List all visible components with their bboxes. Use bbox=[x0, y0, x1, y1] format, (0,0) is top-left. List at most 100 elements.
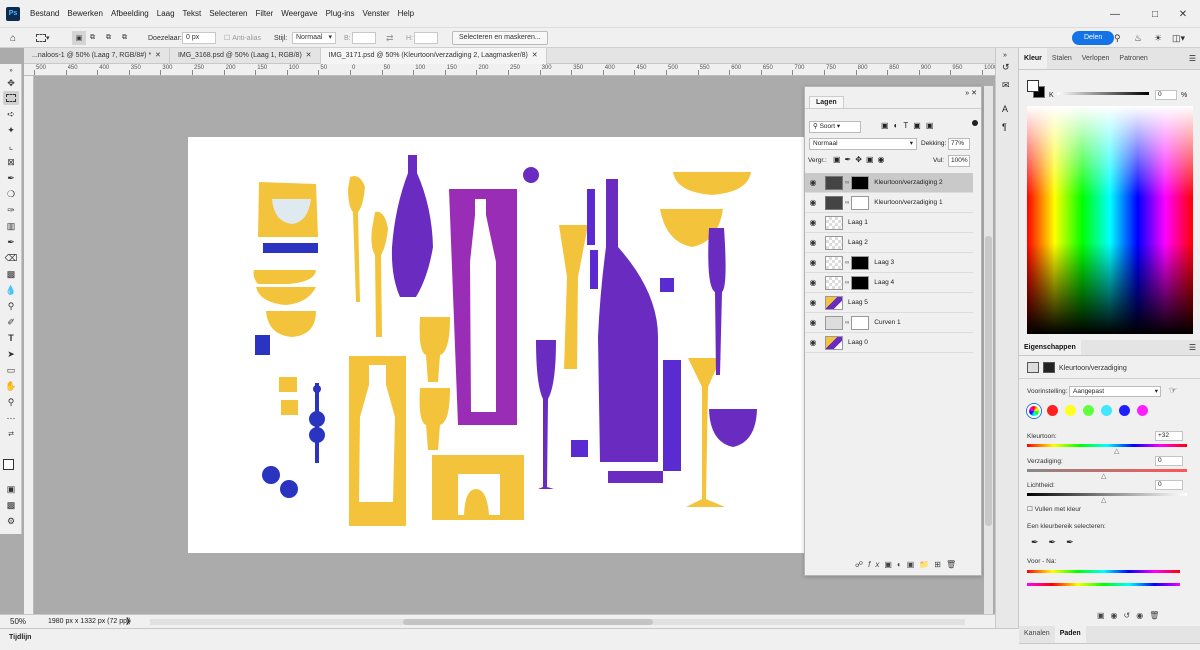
history-icon[interactable]: ↺ bbox=[1002, 62, 1010, 73]
dodge-tool-icon[interactable]: ⚲ bbox=[3, 299, 19, 313]
tab-document-3[interactable]: IMG_3171.psd @ 50% (Kleurtoon/verzadigin… bbox=[320, 48, 547, 64]
mask-link-icon[interactable]: ∞ bbox=[845, 200, 849, 206]
zoom-tool-icon[interactable]: ⚲ bbox=[3, 395, 19, 409]
edit-toolbar-icon[interactable]: ⚙ bbox=[3, 514, 19, 528]
opacity-input[interactable]: 77% bbox=[948, 138, 970, 150]
tab-document-1[interactable]: ...naloos-1 @ 50% (Laag 7, RGB/8#) * ✕ bbox=[24, 48, 170, 64]
visibility-eye-icon[interactable]: ◉ bbox=[805, 198, 821, 207]
layer-row[interactable]: ◉ ∞ Kleurtoon/verzadiging 1 bbox=[805, 193, 973, 213]
paragraph-icon[interactable]: ¶ bbox=[1002, 122, 1007, 132]
layers-tab[interactable]: Lagen bbox=[809, 96, 844, 108]
master-range-swatch[interactable] bbox=[1027, 404, 1041, 418]
collapse-icon[interactable]: » bbox=[1003, 52, 1007, 59]
color-panel-menu-icon[interactable]: ☰ bbox=[1189, 48, 1196, 69]
mask-link-icon[interactable]: ∞ bbox=[845, 260, 849, 266]
visibility-eye-icon[interactable]: ◉ bbox=[805, 258, 821, 267]
k-input[interactable]: 0 bbox=[1155, 90, 1177, 100]
layer-row[interactable]: ◉ Laag 5 bbox=[805, 293, 973, 313]
workspace-icon[interactable]: ◫▾ bbox=[1172, 31, 1185, 45]
layer-row[interactable]: ◉ Laag 1 bbox=[805, 213, 973, 233]
menu-plugins[interactable]: Plug-ins bbox=[322, 9, 359, 18]
type-tool-icon[interactable]: T bbox=[3, 331, 19, 345]
hue-preset-swatch[interactable] bbox=[1101, 405, 1112, 416]
move-tool-icon[interactable]: ✥ bbox=[3, 76, 19, 90]
menu-selecteren[interactable]: Selecteren bbox=[205, 9, 251, 18]
blur-tool-icon[interactable]: 💧 bbox=[3, 283, 19, 297]
visibility-eye-icon[interactable]: ◉ bbox=[805, 278, 821, 287]
layers-panel-close-icon[interactable]: » ✕ bbox=[965, 89, 977, 97]
layer-actions[interactable]: ☍fx▣◐▣📁⊞🗑 bbox=[855, 560, 961, 569]
shape-tool-icon[interactable]: ▭ bbox=[3, 363, 19, 377]
layer-row[interactable]: ◉ ∞ Laag 4 bbox=[805, 273, 973, 293]
colorize-checkbox[interactable]: ☐ Vullen met kleur bbox=[1027, 505, 1081, 513]
hue-preset-swatch[interactable] bbox=[1083, 405, 1094, 416]
lasso-tool-icon[interactable]: ➪ bbox=[3, 107, 19, 121]
healing-tool-icon[interactable]: ❍ bbox=[3, 187, 19, 201]
feather-input[interactable]: 0 px bbox=[182, 32, 216, 44]
comments-icon[interactable]: ✉ bbox=[1002, 80, 1010, 91]
filter-toggle-icon[interactable] bbox=[972, 120, 978, 126]
layer-mask-thumbnail[interactable] bbox=[851, 195, 870, 210]
layer-mask-thumbnail[interactable] bbox=[851, 255, 870, 270]
mask-link-icon[interactable]: ∞ bbox=[845, 180, 849, 186]
menu-laag[interactable]: Laag bbox=[153, 9, 179, 18]
screen-mode-icon[interactable]: ▩ bbox=[3, 498, 19, 512]
marquee-tool-icon[interactable] bbox=[3, 91, 19, 105]
layer-filter-icons[interactable]: ▣◐T▣▣ bbox=[881, 121, 938, 130]
intersect-selection-icon[interactable]: ⧉ bbox=[122, 31, 127, 45]
menu-bewerken[interactable]: Bewerken bbox=[63, 9, 107, 18]
canvas-horizontal-scrollbar[interactable] bbox=[150, 619, 965, 625]
tab-document-2[interactable]: IMG_3168.psd @ 50% (Laag 1, RGB/8) ✕ bbox=[170, 48, 321, 64]
tab-stalen[interactable]: Stalen bbox=[1047, 48, 1077, 69]
eyedropper-tool-icon[interactable]: ✒ bbox=[3, 171, 19, 185]
blend-mode-select[interactable]: Normaal ▾ bbox=[809, 138, 917, 150]
tab-verlopen[interactable]: Verlopen bbox=[1077, 48, 1115, 69]
character-icon[interactable]: A bbox=[1002, 104, 1008, 114]
layer-row[interactable]: ◉ Laag 0 bbox=[805, 333, 973, 353]
menu-help[interactable]: Help bbox=[394, 9, 418, 18]
layer-mask-thumbnail[interactable] bbox=[851, 275, 870, 290]
quick-select-tool-icon[interactable]: ✦ bbox=[3, 123, 19, 137]
visibility-eye-icon[interactable]: ◉ bbox=[805, 298, 821, 307]
tab-properties[interactable]: Eigenschappen bbox=[1019, 340, 1081, 355]
visibility-eye-icon[interactable]: ◉ bbox=[805, 218, 821, 227]
visibility-eye-icon[interactable]: ◉ bbox=[805, 318, 821, 327]
layer-mask-thumbnail[interactable] bbox=[851, 175, 870, 190]
style-select[interactable]: Normaal ▾ bbox=[292, 32, 336, 44]
document-canvas[interactable] bbox=[188, 137, 805, 553]
layer-row[interactable]: ◉ ∞ Laag 3 bbox=[805, 253, 973, 273]
preset-select[interactable]: Aangepast ▾ bbox=[1069, 386, 1161, 397]
lock-icons[interactable]: ▣✒✥▣◉ bbox=[833, 155, 889, 164]
layer-row[interactable]: ◉ ∞ Curven 1 bbox=[805, 313, 973, 333]
search-icon[interactable]: ⚲ bbox=[1114, 31, 1121, 45]
saturation-input[interactable]: 0 bbox=[1155, 456, 1183, 466]
saturation-slider[interactable] bbox=[1027, 469, 1187, 472]
menu-afbeelding[interactable]: Afbeelding bbox=[107, 9, 153, 18]
mask-link-icon[interactable]: ∞ bbox=[845, 320, 849, 326]
more-tools-icon[interactable]: ⋯ bbox=[3, 411, 19, 425]
frame-tool-icon[interactable]: ⊠ bbox=[3, 155, 19, 169]
history-brush-icon[interactable]: ✒ bbox=[3, 235, 19, 249]
path-select-icon[interactable]: ➤ bbox=[3, 347, 19, 361]
layer-filter-select[interactable]: ⚲ Soort ▾ bbox=[809, 121, 861, 133]
timeline-tab[interactable]: Tijdlijn bbox=[9, 634, 31, 641]
menu-weergave[interactable]: Weergave bbox=[277, 9, 321, 18]
eyedropper-icons[interactable]: ✒✒✒ bbox=[1031, 537, 1084, 548]
visibility-eye-icon[interactable]: ◉ bbox=[805, 338, 821, 347]
menu-filter[interactable]: Filter bbox=[251, 9, 277, 18]
properties-actions[interactable]: ▣◉↺◉🗑 bbox=[1097, 611, 1165, 620]
zoom-level[interactable]: 50% bbox=[10, 617, 26, 626]
k-slider[interactable] bbox=[1057, 92, 1149, 95]
tab-channels[interactable]: Kanalen bbox=[1019, 626, 1055, 643]
color-fg-swatch[interactable] bbox=[1027, 80, 1039, 92]
target-adjust-icon[interactable]: ☞ bbox=[1169, 385, 1177, 396]
status-arrow-icon[interactable]: ❯ bbox=[125, 617, 131, 625]
crop-tool-icon[interactable]: ⌞ bbox=[3, 139, 19, 153]
menu-venster[interactable]: Venster bbox=[358, 9, 393, 18]
layer-mask-thumbnail[interactable] bbox=[851, 315, 870, 330]
tab-paths[interactable]: Paden bbox=[1054, 626, 1086, 643]
saturation-slider-thumb[interactable]: △ bbox=[1101, 472, 1106, 480]
bell-icon[interactable]: ♨ bbox=[1134, 31, 1142, 45]
hue-preset-swatch[interactable] bbox=[1065, 405, 1076, 416]
hue-preset-swatch[interactable] bbox=[1047, 405, 1058, 416]
